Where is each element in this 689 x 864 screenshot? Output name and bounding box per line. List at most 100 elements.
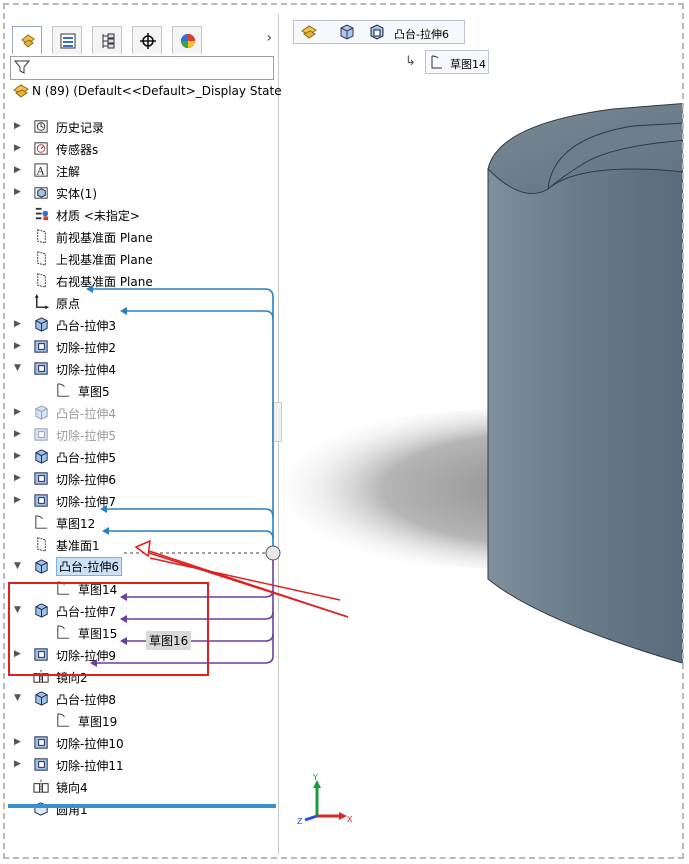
tree-item[interactable]: ▶ 凸台-拉伸3 — [8, 314, 276, 336]
tree-item-label: 基准面1 — [56, 539, 100, 553]
expand-arrow-icon[interactable]: ▶ — [14, 319, 24, 329]
tree-item[interactable]: 镜向2 — [8, 666, 276, 688]
expand-arrow-icon[interactable]: ▶ — [14, 407, 24, 417]
expand-arrow-icon[interactable]: ▶ — [14, 165, 24, 175]
tree-item-label: 切除-拉伸7 — [56, 495, 116, 509]
expand-arrow-icon[interactable]: ▶ — [14, 341, 24, 351]
expand-arrow-icon[interactable]: ▶ — [14, 121, 24, 131]
tree-item[interactable]: ▶ 切除-拉伸9 — [8, 644, 276, 666]
expand-arrow-icon[interactable]: ▶ — [14, 451, 24, 461]
boss-extrude-icon — [35, 317, 48, 332]
expand-arrow-icon[interactable]: ▶ — [14, 649, 24, 659]
tree-item-label: 材质 <未指定> — [56, 209, 140, 223]
tree-item-label: 原点 — [56, 297, 81, 311]
tree-item-label: 镜向2 — [56, 671, 88, 685]
expand-arrow-icon[interactable]: ▶ — [14, 429, 24, 439]
collapse-arrow-icon[interactable]: ▼ — [14, 561, 24, 571]
tree-item[interactable]: 圆角1 — [8, 798, 276, 820]
tree-item[interactable]: ▶ 切除-拉伸6 — [8, 468, 276, 490]
tree-item-label: 历史记录 — [56, 121, 105, 135]
graphics-viewport[interactable]: 凸台-拉伸6 ↳ 草图14 Y X Z — [283, 14, 683, 854]
tree-item[interactable]: 材质 <未指定> — [8, 204, 276, 226]
tree-item[interactable]: ▶ 切除-拉伸2 — [8, 336, 276, 358]
tree-item-label: 前视基准面 Plane — [56, 231, 153, 245]
cut-extrude-icon — [34, 758, 48, 771]
tree-item[interactable]: ▶ 切除-拉伸11 — [8, 754, 276, 776]
tree-item-label: 凸台-拉伸3 — [56, 319, 116, 333]
collapse-arrow-icon[interactable]: ▼ — [14, 363, 24, 373]
tree-item[interactable]: ▼ 凸台-拉伸8 — [8, 688, 276, 710]
cut-extrude-icon — [34, 362, 48, 375]
tree-item[interactable]: ▶ 切除-拉伸10 — [8, 732, 276, 754]
tree-item[interactable]: ▶ 传感器s — [8, 138, 276, 160]
feature-manager-panel: › N (89) (Default<<Default>_Display Stat… — [8, 14, 282, 854]
tree-item[interactable]: 基准面1 — [8, 534, 276, 556]
rollback-bar[interactable] — [8, 804, 276, 808]
tree-item[interactable]: 草图14 — [8, 578, 276, 600]
boss-extrude-icon — [35, 559, 48, 574]
tree-item[interactable]: 原点 — [8, 292, 276, 314]
mirror-icon — [33, 779, 49, 794]
triad-x-label: X — [347, 815, 353, 824]
tree-item[interactable]: ▶ 切除-拉伸7 — [8, 490, 276, 512]
tree-item[interactable]: ▶ 切除-拉伸5 — [8, 424, 276, 446]
tree-item-label: 切除-拉伸5 — [56, 429, 116, 443]
tree-item[interactable]: 前视基准面 Plane — [8, 226, 276, 248]
tree-item-label: 凸台-拉伸5 — [56, 451, 116, 465]
expand-arrow-icon[interactable]: ▶ — [14, 187, 24, 197]
plane-icon — [37, 273, 46, 288]
expand-arrow-icon[interactable]: ▶ — [14, 473, 24, 483]
tree-item[interactable]: 草图19 — [8, 710, 276, 732]
sketch-icon — [57, 581, 70, 595]
tree-item[interactable]: 草图12 — [8, 512, 276, 534]
tree-item[interactable]: ▶ 历史记录 — [8, 116, 276, 138]
tree-item-label: 实体(1) — [56, 187, 97, 201]
expand-arrow-icon[interactable]: ▶ — [14, 737, 24, 747]
breadcrumb-sketch-box[interactable]: 草图14 — [425, 50, 489, 74]
sketch-tooltip: 草图16 — [146, 631, 192, 650]
cut-extrude-icon — [34, 472, 48, 485]
expand-arrow-icon[interactable]: ▶ — [14, 143, 24, 153]
tree-item[interactable]: 草图5 — [8, 380, 276, 402]
triad-y-label: Y — [312, 774, 318, 782]
tree-item[interactable]: ▼ 凸台-拉伸6 — [8, 556, 276, 578]
tree-item-label: 草图14 — [78, 583, 118, 597]
tree-item[interactable]: ▶ 实体(1) — [8, 182, 276, 204]
tree-item[interactable]: 镜向4 — [8, 776, 276, 798]
sensor-icon — [34, 142, 48, 155]
boss-extrude-icon — [35, 691, 48, 706]
tree-item[interactable]: ▶ 凸台-拉伸5 — [8, 446, 276, 468]
mirror-icon — [33, 669, 49, 684]
cut-extrude-icon — [34, 494, 48, 507]
model-render — [283, 103, 683, 664]
tree-item[interactable]: 草图15 — [8, 622, 276, 644]
history-icon — [34, 120, 48, 133]
origin-icon — [34, 294, 50, 310]
tree-item-label: 切除-拉伸4 — [56, 363, 116, 377]
expand-arrow-icon[interactable]: ▶ — [14, 495, 24, 505]
tree-item[interactable]: ▼ 切除-拉伸4 — [8, 358, 276, 380]
collapse-arrow-icon[interactable]: ▼ — [14, 693, 24, 703]
breadcrumb-bar[interactable]: 凸台-拉伸6 — [293, 20, 465, 44]
expand-arrow-icon[interactable]: ▶ — [14, 759, 24, 769]
plane-icon — [37, 251, 46, 266]
tree-item-label: 切除-拉伸2 — [56, 341, 116, 355]
tree-item-label: 注解 — [56, 165, 81, 179]
tree-item[interactable]: ▶ A 注解 — [8, 160, 276, 182]
solid-body-icon — [340, 24, 354, 40]
plane-icon — [37, 537, 46, 552]
tree-item[interactable]: 上视基准面 Plane — [8, 248, 276, 270]
tree-item[interactable]: ▶ 凸台-拉伸4 — [8, 402, 276, 424]
cut-extrude-icon — [34, 428, 48, 441]
tree-item-label: 切除-拉伸9 — [56, 649, 116, 663]
tree-item[interactable]: ▼ 凸台-拉伸7 — [8, 600, 276, 622]
tree-item-label: 凸台-拉伸8 — [56, 693, 116, 707]
tree-item-label: 草图5 — [78, 385, 110, 399]
sketch-icon — [57, 625, 70, 639]
panel-splitter[interactable] — [272, 402, 282, 442]
tree-item-label: 切除-拉伸10 — [56, 737, 124, 751]
breadcrumb-feature[interactable]: 凸台-拉伸6 — [394, 26, 449, 42]
tree-item[interactable]: 右视基准面 Plane — [8, 270, 276, 292]
tree-item-label: 凸台-拉伸7 — [56, 605, 116, 619]
collapse-arrow-icon[interactable]: ▼ — [14, 605, 24, 615]
